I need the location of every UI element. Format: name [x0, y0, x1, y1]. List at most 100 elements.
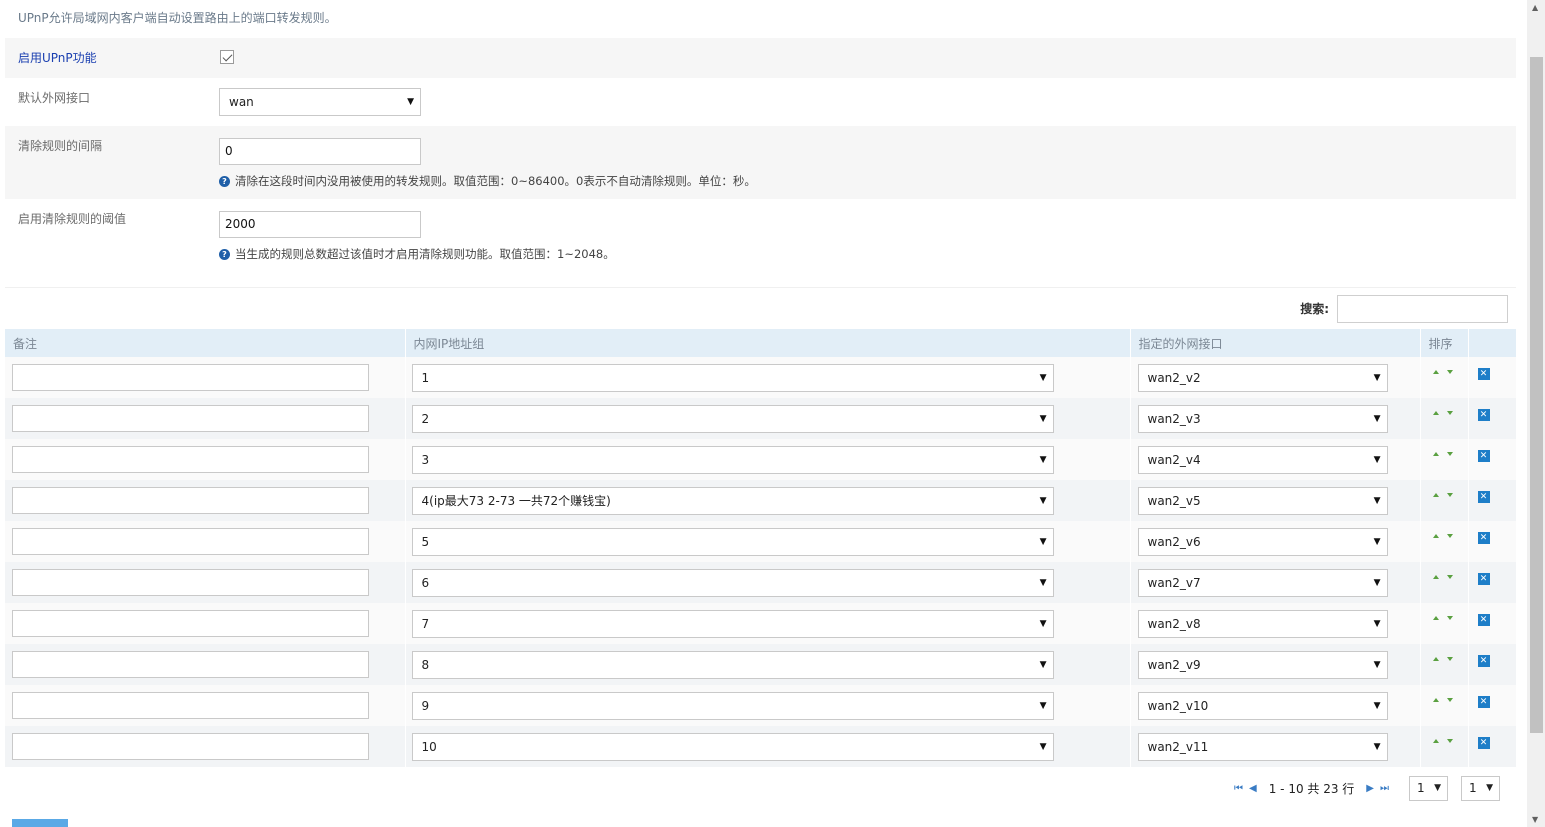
add-rule-button[interactable]: [12, 819, 68, 827]
close-square-icon[interactable]: ✕: [1477, 367, 1490, 380]
arrow-up-icon[interactable]: [1432, 574, 1439, 579]
remark-input[interactable]: [12, 405, 369, 432]
wan-iface-select[interactable]: wan2_v11 ▼: [1137, 732, 1388, 761]
default-wan-select[interactable]: wan ▼: [219, 88, 421, 116]
wan-iface-select[interactable]: wan2_v6 ▼: [1137, 527, 1388, 556]
clear-interval-hint-text: 清除在这段时间内没用被使用的转发规则。取值范围：0~86400。0表示不自动清除…: [235, 174, 756, 188]
enable-upnp-checkbox[interactable]: [220, 49, 234, 64]
chevron-down-icon: ▼: [1039, 536, 1047, 547]
remark-input[interactable]: [12, 610, 369, 637]
arrow-down-icon[interactable]: [1446, 615, 1453, 620]
search-input[interactable]: [1337, 294, 1508, 323]
ip-group-value: 2: [421, 411, 430, 426]
wan-iface-value: wan2_v2: [1147, 370, 1201, 385]
ip-group-value: 5: [421, 534, 430, 549]
arrow-up-icon[interactable]: [1432, 369, 1439, 374]
arrow-down-icon[interactable]: [1446, 656, 1453, 661]
chevron-down-icon: ▼: [1039, 454, 1047, 465]
scroll-up-icon[interactable]: ▲: [1532, 3, 1538, 12]
close-square-icon[interactable]: ✕: [1477, 490, 1490, 503]
wan-iface-select[interactable]: wan2_v9 ▼: [1137, 650, 1388, 679]
close-square-icon[interactable]: ✕: [1477, 736, 1490, 749]
arrow-up-icon[interactable]: [1432, 533, 1439, 538]
delete-cell: ✕: [1468, 726, 1517, 767]
remark-input[interactable]: [12, 364, 369, 391]
remark-input[interactable]: [12, 528, 369, 555]
ip-group-select[interactable]: 6 ▼: [411, 568, 1054, 597]
default-wan-row: 默认外网接口 wan ▼: [5, 78, 1516, 126]
next-page-icon[interactable]: ▶: [1366, 783, 1374, 794]
order-cell: [1420, 685, 1469, 726]
wan-iface-select[interactable]: wan2_v5 ▼: [1137, 486, 1388, 515]
close-square-icon[interactable]: ✕: [1477, 572, 1490, 585]
remark-input[interactable]: [12, 692, 369, 719]
ip-group-select[interactable]: 2 ▼: [411, 404, 1054, 433]
last-page-icon[interactable]: ⏭: [1380, 783, 1389, 794]
chevron-down-icon: ▼: [1373, 700, 1381, 711]
arrow-up-icon[interactable]: [1432, 615, 1439, 620]
chevron-down-icon: ▼: [1373, 577, 1381, 588]
table-row: 8 ▼ wan2_v9 ▼ ✕: [5, 644, 1517, 685]
arrow-down-icon[interactable]: [1446, 574, 1453, 579]
arrow-down-icon[interactable]: [1446, 492, 1453, 497]
close-square-icon[interactable]: ✕: [1477, 695, 1490, 708]
ip-group-select[interactable]: 10 ▼: [411, 732, 1054, 761]
page-size-select[interactable]: 1 ▼: [1461, 775, 1500, 801]
ip-group-select[interactable]: 4(ip最大73 2-73 一共72个赚钱宝) ▼: [411, 486, 1054, 515]
wan-iface-cell: wan2_v6 ▼: [1130, 521, 1421, 562]
arrow-down-icon[interactable]: [1446, 533, 1453, 538]
arrow-down-icon[interactable]: [1446, 369, 1453, 374]
first-page-icon[interactable]: ⏮: [1234, 783, 1243, 794]
arrow-down-icon[interactable]: [1446, 410, 1453, 415]
ip-group-select[interactable]: 8 ▼: [411, 650, 1054, 679]
remark-input[interactable]: [12, 487, 369, 514]
arrow-up-icon[interactable]: [1432, 492, 1439, 497]
close-square-icon[interactable]: ✕: [1477, 449, 1490, 462]
table-row: 3 ▼ wan2_v4 ▼ ✕: [5, 439, 1517, 480]
page-select[interactable]: 1 ▼: [1409, 775, 1448, 801]
wan-iface-cell: wan2_v4 ▼: [1130, 439, 1421, 480]
ip-group-cell: 10 ▼: [405, 726, 1131, 767]
close-square-icon[interactable]: ✕: [1477, 654, 1490, 667]
wan-iface-value: wan2_v5: [1147, 493, 1201, 508]
wan-iface-select[interactable]: wan2_v4 ▼: [1137, 445, 1388, 474]
delete-cell: ✕: [1468, 644, 1517, 685]
scroll-down-icon[interactable]: ▼: [1532, 815, 1538, 824]
vertical-scrollbar[interactable]: ▲ ▼: [1527, 0, 1545, 827]
wan-iface-select[interactable]: wan2_v7 ▼: [1137, 568, 1388, 597]
threshold-label: 启用清除规则的阈值: [18, 212, 127, 226]
remark-input[interactable]: [12, 569, 369, 596]
remark-input[interactable]: [12, 446, 369, 473]
remark-input[interactable]: [12, 651, 369, 678]
prev-page-icon[interactable]: ◀: [1249, 783, 1257, 794]
wan-iface-cell: wan2_v7 ▼: [1130, 562, 1421, 603]
order-cell: [1420, 357, 1469, 398]
wan-iface-select[interactable]: wan2_v2 ▼: [1137, 363, 1388, 392]
arrow-up-icon[interactable]: [1432, 656, 1439, 661]
ip-group-select[interactable]: 5 ▼: [411, 527, 1054, 556]
arrow-down-icon[interactable]: [1446, 451, 1453, 456]
wan-iface-select[interactable]: wan2_v3 ▼: [1137, 404, 1388, 433]
close-square-icon[interactable]: ✕: [1477, 408, 1490, 421]
ip-group-select[interactable]: 1 ▼: [411, 363, 1054, 392]
arrow-up-icon[interactable]: [1432, 738, 1439, 743]
arrow-down-icon[interactable]: [1446, 738, 1453, 743]
table-row: 7 ▼ wan2_v8 ▼ ✕: [5, 603, 1517, 644]
arrow-down-icon[interactable]: [1446, 697, 1453, 702]
clear-interval-input[interactable]: 0: [219, 138, 421, 165]
scrollbar-thumb[interactable]: [1530, 57, 1543, 733]
arrow-up-icon[interactable]: [1432, 697, 1439, 702]
wan-iface-select[interactable]: wan2_v8 ▼: [1137, 609, 1388, 638]
close-square-icon[interactable]: ✕: [1477, 613, 1490, 626]
close-square-icon[interactable]: ✕: [1477, 531, 1490, 544]
chevron-down-icon: ▼: [1039, 741, 1047, 752]
ip-group-select[interactable]: 3 ▼: [411, 445, 1054, 474]
arrow-up-icon[interactable]: [1432, 410, 1439, 415]
threshold-input[interactable]: 2000: [219, 211, 421, 238]
remark-cell: [5, 685, 406, 726]
remark-input[interactable]: [12, 733, 369, 760]
ip-group-select[interactable]: 9 ▼: [411, 691, 1054, 720]
wan-iface-select[interactable]: wan2_v10 ▼: [1137, 691, 1388, 720]
ip-group-select[interactable]: 7 ▼: [411, 609, 1054, 638]
arrow-up-icon[interactable]: [1432, 451, 1439, 456]
